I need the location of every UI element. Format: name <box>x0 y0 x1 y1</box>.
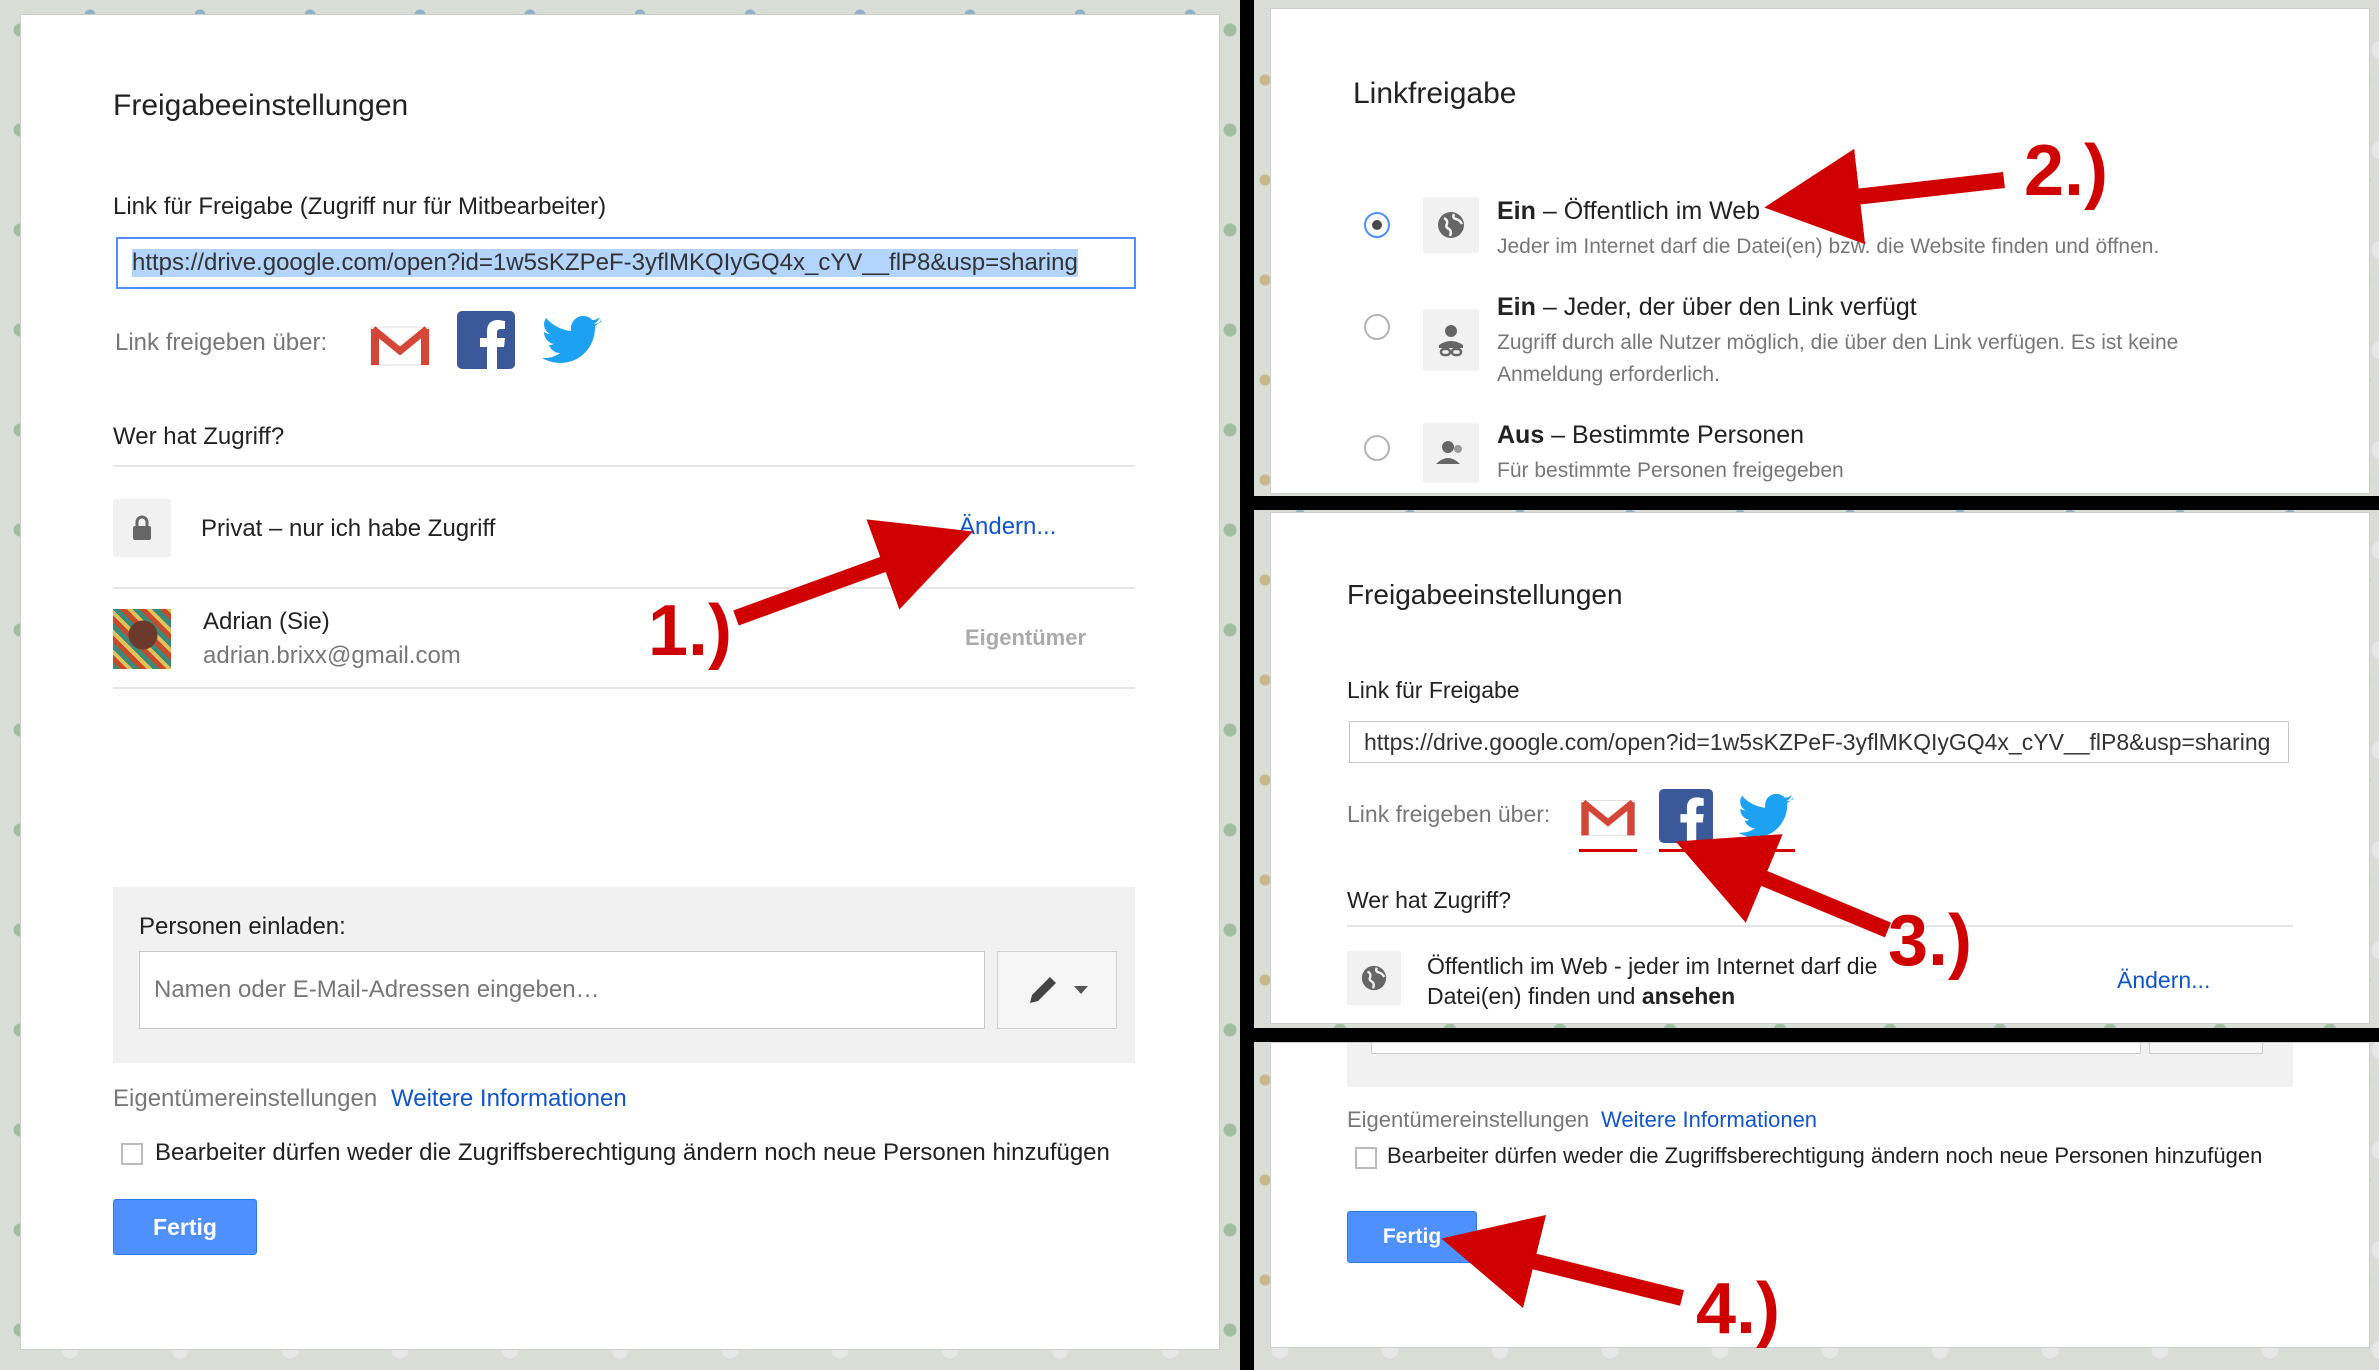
annotation-step-4: 4.) <box>1696 1269 1781 1349</box>
annotation-arrows <box>733 148 2005 1309</box>
annotation-step-3: 3.) <box>1888 901 1973 981</box>
annotation-step-1: 1.) <box>648 591 733 671</box>
arrow-step-4 <box>1441 1214 1684 1309</box>
annotation-step-2: 2.) <box>2024 131 2109 211</box>
arrow-step-2 <box>1764 148 2005 245</box>
arrow-step-3 <box>1675 834 1892 938</box>
arrow-step-1 <box>733 519 974 626</box>
